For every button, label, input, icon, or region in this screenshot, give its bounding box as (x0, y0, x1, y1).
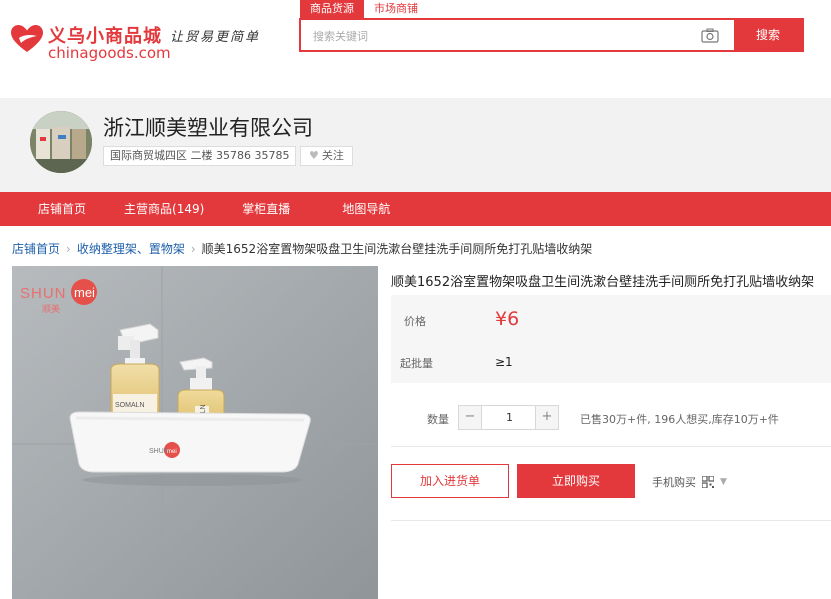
breadcrumb: 店铺首页 › 收纳整理架、置物架 › 顺美1652浴室置物架吸盘卫生间洗漱台壁挂洗手间厕… (12, 240, 592, 257)
add-to-purchase-list-button[interactable]: 加入进货单 (391, 464, 509, 498)
svg-text:SHUN: SHUN (20, 285, 67, 302)
chevron-down-icon: ▼ (720, 477, 727, 487)
svg-text:mei: mei (167, 449, 177, 455)
camera-icon[interactable] (701, 28, 719, 43)
breadcrumb-current: 顺美1652浴室置物架吸盘卫生间洗漱台壁挂洗手间厕所免打孔贴墙收纳架 (201, 242, 593, 256)
divider (391, 520, 831, 521)
top-header: 义乌小商品城 chinagoods.com 让贸易更简单 商品货源 市场商铺 搜… (0, 0, 831, 90)
svg-text:顺美: 顺美 (42, 303, 60, 315)
nav-live[interactable]: 掌柜直播 (242, 192, 290, 226)
product-title: 顺美1652浴室置物架吸盘卫生间洗漱台壁挂洗手间厕所免打孔贴墙收纳架 (391, 275, 815, 290)
svg-text:mei: mei (74, 285, 95, 300)
nav-shop-home[interactable]: 店铺首页 (38, 192, 86, 226)
moq-value: ≥1 (495, 355, 513, 369)
chevron-right-icon: › (66, 242, 71, 256)
heart-icon: ♥ (309, 149, 319, 162)
quantity-decrease-button[interactable]: − (459, 406, 482, 429)
buy-now-button[interactable]: 立即购买 (517, 464, 635, 498)
slogan: 让贸易更简单 (170, 30, 261, 45)
mobile-buy[interactable]: 手机购买 ▼ (652, 474, 727, 490)
tab-market-shops[interactable]: 市场商铺 (364, 0, 428, 18)
nav-main-products[interactable]: 主营商品(149) (124, 192, 204, 226)
moq-label: 起批量 (400, 357, 433, 370)
stock-info: 已售30万+件, 196人想买,库存10万+件 (580, 413, 779, 426)
logo-english-text: chinagoods.com (48, 44, 171, 62)
breadcrumb-home[interactable]: 店铺首页 (12, 242, 60, 256)
nav-map[interactable]: 地图导航 (342, 192, 390, 226)
shop-info-band: 浙江顺美塑业有限公司 国际商贸城四区 二楼 35786 35785 ♥ 关注 (0, 98, 831, 192)
quantity-label: 数量 (427, 413, 449, 426)
chevron-right-icon: › (190, 242, 196, 256)
product-photo: SHUN mei 顺美 SOMALN SOMALN (12, 266, 378, 599)
search-input[interactable] (313, 27, 673, 45)
search-box: 搜索 (299, 18, 804, 52)
price-label: 价格 (404, 315, 426, 328)
mobile-buy-label: 手机购买 (652, 476, 696, 489)
quantity-row: 数量 − 1 + 已售30万+件, 196人想买,库存10万+件 (391, 405, 831, 431)
quantity-increase-button[interactable]: + (535, 406, 558, 429)
price-value: ¥6 (495, 308, 520, 330)
qr-code-icon (702, 476, 714, 488)
quantity-input[interactable]: 1 (483, 406, 536, 429)
heart-logo-icon (11, 25, 43, 52)
shop-storefront-image (30, 111, 92, 173)
shop-nav: 店铺首页 主营商品(149) 掌柜直播 地图导航 (0, 192, 831, 226)
price-panel: 价格 ¥6 起批量 ≥1 (391, 295, 831, 383)
breadcrumb-category[interactable]: 收纳整理架、置物架 (77, 242, 185, 256)
tab-goods-source[interactable]: 商品货源 (300, 0, 364, 18)
svg-text:SHUN: SHUN (149, 448, 169, 455)
search-button[interactable]: 搜索 (734, 20, 802, 50)
shop-avatar[interactable] (30, 111, 92, 173)
divider (391, 446, 831, 447)
follow-label: 关注 (321, 149, 344, 162)
svg-text:SOMALN: SOMALN (115, 402, 145, 409)
search-tabs: 商品货源 市场商铺 (300, 0, 428, 18)
shop-address: 国际商贸城四区 二楼 35786 35785 (103, 146, 297, 166)
shop-name: 浙江顺美塑业有限公司 (103, 116, 313, 140)
site-logo[interactable]: 义乌小商品城 chinagoods.com (10, 20, 171, 64)
product-image[interactable]: SHUN mei 顺美 SOMALN SOMALN (12, 266, 378, 599)
follow-button[interactable]: ♥ 关注 (300, 146, 353, 166)
quantity-stepper: − 1 + (458, 405, 559, 430)
